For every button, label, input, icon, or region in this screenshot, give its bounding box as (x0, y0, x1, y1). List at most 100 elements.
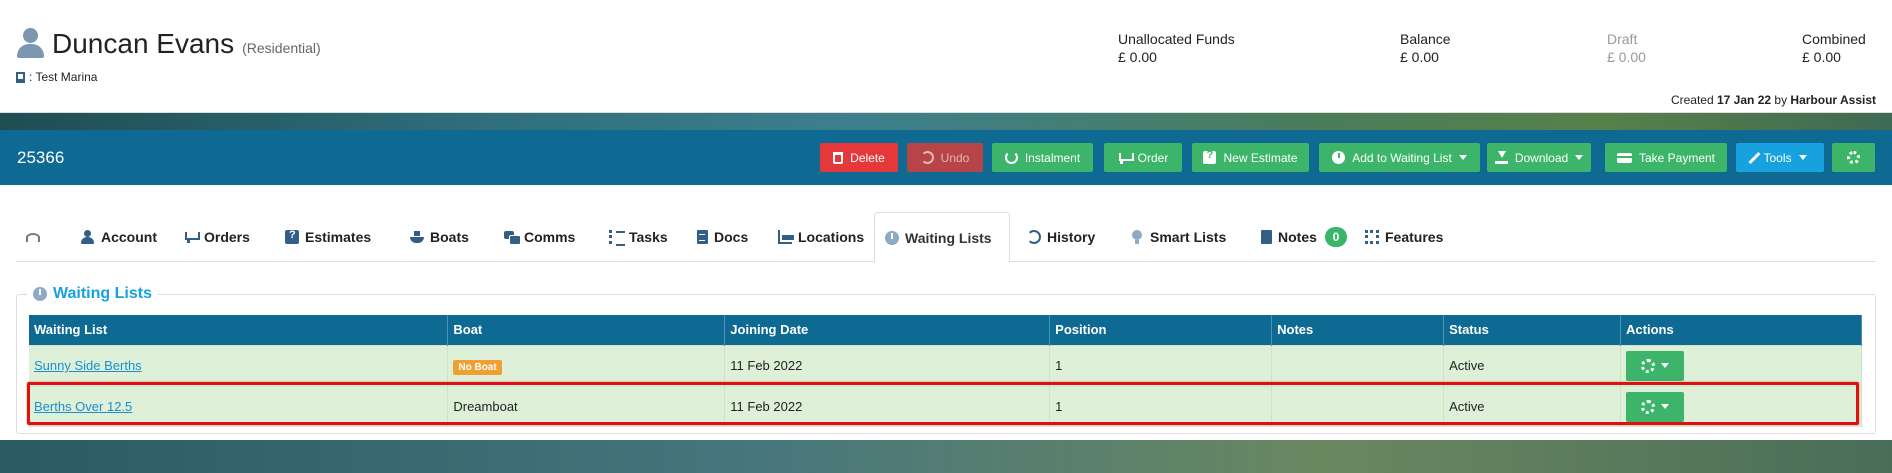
tab-waiting-lists[interactable]: Waiting Lists (874, 212, 1010, 263)
tasks-icon (609, 230, 625, 246)
notes-count-badge: 0 (1324, 227, 1347, 247)
tab-boats[interactable]: Boats (400, 212, 479, 262)
notes-cell (1271, 344, 1445, 386)
created-prefix: Created (1670, 93, 1714, 107)
take-payment-label: Take Payment (1638, 150, 1716, 165)
actions-cell (1620, 344, 1862, 386)
tab-estimates-label: Estimates (305, 229, 372, 245)
tab-dashboard[interactable] (16, 212, 50, 262)
created-author: Harbour Assist (1790, 93, 1876, 107)
tab-history[interactable]: History (1017, 212, 1105, 262)
main-panel: Account Orders Estimates Boats Comms Tas… (0, 185, 1892, 440)
actions-cell (1620, 385, 1862, 427)
settings-button[interactable] (1832, 143, 1875, 172)
created-info: Created 17 Jan 22 by Harbour Assist (1671, 93, 1876, 107)
tab-comms[interactable]: Comms (494, 212, 585, 262)
tools-button[interactable]: Tools (1736, 143, 1824, 172)
draft-value: £ 0.00 (1607, 49, 1646, 65)
new-estimate-button[interactable]: New Estimate (1192, 143, 1309, 172)
chevron-down-icon (1798, 155, 1807, 160)
waiting-lists-section: Waiting Lists Waiting List Boat Joining … (16, 285, 1876, 434)
tab-smart-lists[interactable]: Smart Lists (1120, 212, 1236, 262)
column-header: Actions (1620, 315, 1862, 345)
tab-estimates[interactable]: Estimates (275, 212, 381, 262)
column-header[interactable]: Status (1443, 315, 1622, 345)
joining-date-cell: 11 Feb 2022 (724, 385, 1051, 427)
position-cell: 1 (1049, 344, 1273, 386)
dashboard-icon (26, 232, 40, 242)
table-header-row: Waiting List Boat Joining Date Position … (29, 315, 1862, 345)
tab-tasks[interactable]: Tasks (599, 212, 678, 262)
tab-comms-label: Comms (524, 229, 576, 245)
tab-bar: Account Orders Estimates Boats Comms Tas… (16, 212, 1876, 263)
created-date: 17 Jan 22 (1717, 93, 1772, 107)
clock-icon (885, 230, 899, 245)
gears-icon (1641, 358, 1656, 373)
background-strip (0, 440, 1892, 473)
chevron-down-icon (1458, 155, 1467, 160)
add-to-waiting-list-label: Add to Waiting List (1352, 150, 1452, 165)
tab-locations[interactable]: Locations (768, 212, 874, 262)
cart-icon (184, 230, 200, 244)
boat-cell: Dreamboat (447, 385, 726, 427)
tab-orders[interactable]: Orders (174, 212, 260, 262)
table-row: Berths Over 12.5 Dreamboat 11 Feb 2022 1… (29, 385, 1862, 427)
draft-label: Draft (1607, 31, 1638, 47)
section-title: Waiting Lists (27, 285, 158, 303)
tab-notes[interactable]: Notes 0 (1251, 212, 1357, 262)
tab-docs[interactable]: Docs (687, 212, 758, 262)
chevron-down-icon (1575, 155, 1584, 160)
joining-date-cell: 11 Feb 2022 (724, 344, 1051, 386)
column-header[interactable]: Waiting List (29, 315, 449, 345)
download-icon (1494, 151, 1508, 164)
tab-tasks-label: Tasks (629, 229, 668, 245)
draft: Draft £ 0.00 (1607, 31, 1646, 65)
take-payment-button[interactable]: Take Payment (1605, 143, 1727, 172)
building-icon (16, 71, 25, 83)
notes-cell (1271, 385, 1445, 427)
column-header[interactable]: Position (1049, 315, 1273, 345)
instalment-button[interactable]: Instalment (992, 143, 1093, 172)
grid-icon (1365, 230, 1379, 244)
column-header[interactable]: Joining Date (724, 315, 1051, 345)
download-button[interactable]: Download (1487, 143, 1591, 172)
column-header[interactable]: Boat (447, 315, 726, 345)
credit-card-icon (1616, 152, 1632, 163)
tab-account-label: Account (101, 229, 157, 245)
action-bar: 25366 Delete Undo Instalment Order New E… (0, 130, 1892, 185)
tab-notes-label: Notes (1278, 229, 1317, 245)
waiting-list-link[interactable]: Berths Over 12.5 (34, 399, 132, 414)
position-cell: 1 (1049, 385, 1273, 427)
section-title-label: Waiting Lists (53, 285, 152, 302)
tab-account[interactable]: Account (71, 212, 167, 262)
delete-label: Delete (850, 150, 885, 165)
order-label: Order (1137, 150, 1169, 165)
tab-history-label: History (1047, 229, 1096, 245)
waiting-list-link[interactable]: Sunny Side Berths (34, 358, 142, 373)
balance: Balance £ 0.00 (1400, 31, 1451, 65)
question-icon (285, 229, 299, 244)
refresh-icon (1004, 151, 1018, 164)
delete-button[interactable]: Delete (820, 143, 898, 172)
tab-features[interactable]: Features (1355, 212, 1453, 262)
add-to-waiting-list-button[interactable]: Add to Waiting List (1319, 143, 1480, 172)
gears-icon (1641, 399, 1656, 414)
column-header[interactable]: Notes (1271, 315, 1445, 345)
bed-icon (778, 230, 794, 244)
waiting-lists-table: Waiting List Boat Joining Date Position … (29, 315, 1862, 427)
no-boat-badge: No Boat (453, 360, 502, 375)
created-by: by (1774, 93, 1788, 107)
document-icon (697, 230, 708, 244)
magic-wand-icon (1748, 151, 1761, 164)
boat-icon (410, 230, 424, 244)
row-actions-button[interactable] (1626, 350, 1685, 381)
tab-boats-label: Boats (430, 229, 469, 245)
row-actions-button[interactable] (1626, 391, 1685, 422)
record-id: 25366 (17, 148, 65, 167)
tab-smart-lists-label: Smart Lists (1150, 229, 1227, 245)
order-button[interactable]: Order (1104, 143, 1182, 172)
waiting-list-cell: Sunny Side Berths (29, 344, 449, 386)
tab-orders-label: Orders (204, 229, 250, 245)
undo-button[interactable]: Undo (907, 143, 983, 172)
person-icon (16, 28, 44, 58)
